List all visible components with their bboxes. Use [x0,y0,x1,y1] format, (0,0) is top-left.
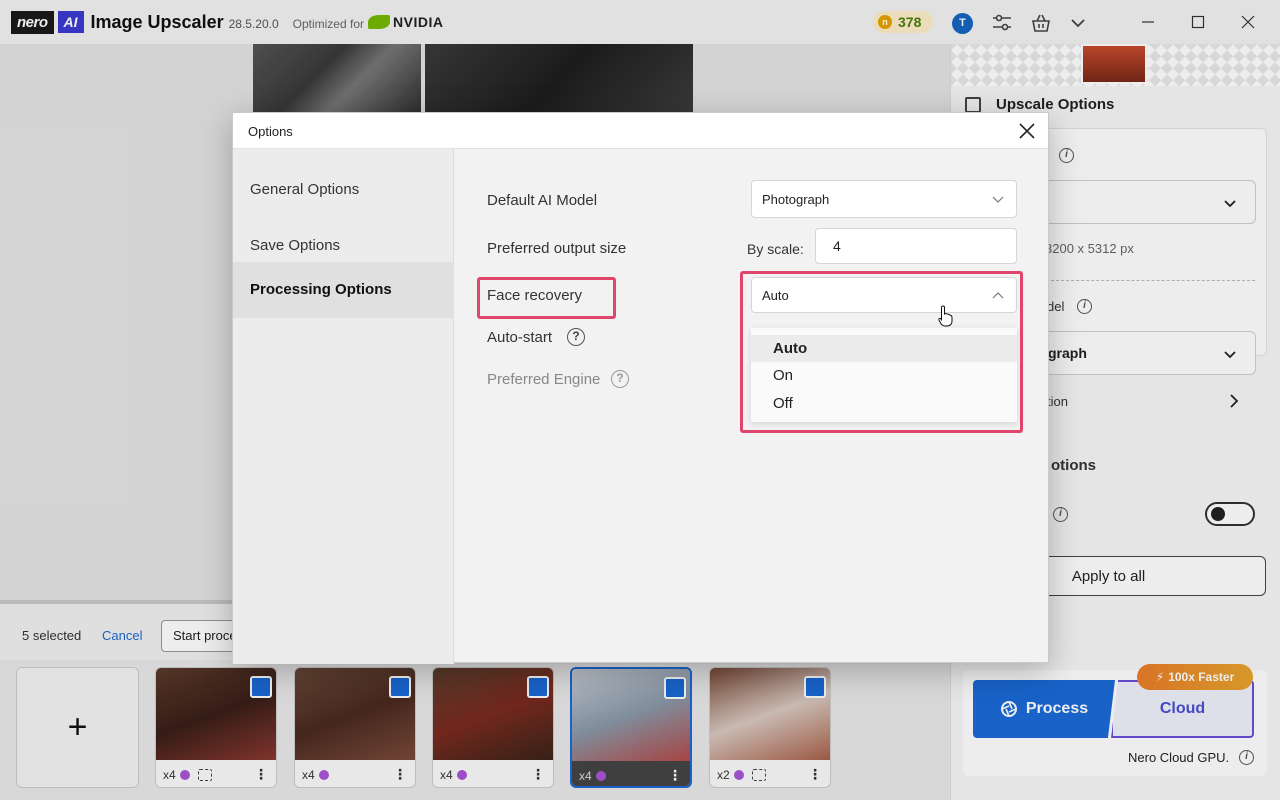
chevron-up-icon [992,292,1004,299]
output-size-label: Preferred output size [487,240,627,257]
dropdown-option-on[interactable]: On [751,362,1017,389]
default-ai-model-value: Photograph [762,191,830,207]
face-recovery-dropdown-list: Auto On Off [751,327,1017,422]
scale-input-value: 4 [833,238,841,254]
dropdown-option-auto[interactable]: Auto [751,335,1017,362]
dropdown-option-off[interactable]: Off [751,390,1017,417]
preferred-engine-label: Preferred Engine [487,371,601,388]
nav-processing-options[interactable]: Processing Options [233,262,454,318]
hand-cursor-icon [938,305,954,327]
default-ai-model-label: Default AI Model [487,192,598,209]
auto-start-label: Auto-start [487,329,553,346]
scale-input[interactable]: 4 [815,228,1017,264]
options-dialog: Options General Options Save Options Pro… [232,112,1049,664]
face-recovery-select[interactable]: Auto [751,277,1017,313]
chevron-down-icon [992,196,1004,203]
options-sidebar: General Options Save Options Processing … [233,149,454,664]
dialog-titlebar: Options [233,113,1048,149]
close-icon[interactable] [1018,122,1036,140]
by-scale-label: By scale: [747,241,804,257]
default-ai-model-select[interactable]: Photograph [751,180,1017,218]
nav-general-options[interactable]: General Options [233,162,454,218]
face-recovery-label: Face recovery [487,287,583,304]
face-recovery-value: Auto [762,287,789,303]
help-icon[interactable]: ? [611,370,629,388]
dialog-title: Options [248,124,293,139]
help-icon[interactable]: ? [567,328,585,346]
